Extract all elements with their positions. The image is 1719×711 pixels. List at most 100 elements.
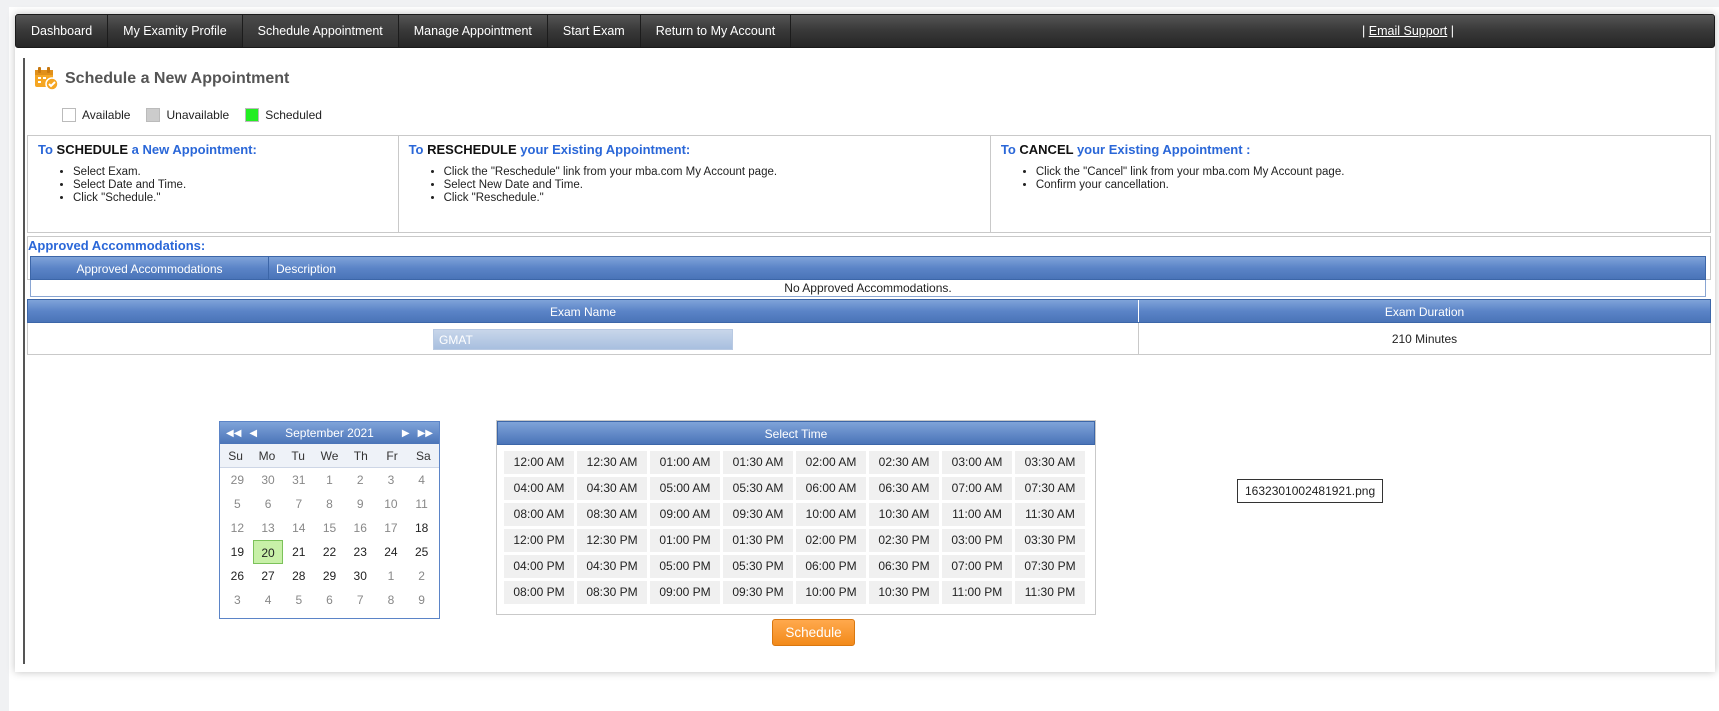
time-slot[interactable]: 09:30 AM bbox=[723, 503, 793, 526]
nav-item-return-to-my-account[interactable]: Return to My Account bbox=[641, 15, 792, 47]
instruction-heading: To CANCEL your Existing Appointment : bbox=[1001, 142, 1700, 157]
instruction-column: To SCHEDULE a New Appointment: Select Exa… bbox=[28, 136, 399, 232]
time-slot[interactable]: 04:00 AM bbox=[504, 477, 574, 500]
time-slot[interactable]: 08:30 AM bbox=[577, 503, 647, 526]
calendar-day: 4 bbox=[418, 473, 425, 487]
time-slot[interactable]: 08:30 PM bbox=[577, 581, 647, 604]
time-slot[interactable]: 01:30 AM bbox=[723, 451, 793, 474]
time-slot[interactable]: 10:00 AM bbox=[796, 503, 866, 526]
calendar-day[interactable]: 20 bbox=[252, 540, 284, 564]
next-year-icon[interactable]: ▶▶ bbox=[418, 428, 433, 439]
accommodations-col-name: Approved Accommodations bbox=[31, 257, 269, 279]
nav-item-dashboard[interactable]: Dashboard bbox=[16, 15, 109, 47]
time-slot[interactable]: 02:30 PM bbox=[869, 529, 939, 552]
time-slot[interactable]: 02:00 AM bbox=[796, 451, 866, 474]
heading-key: RESCHEDULE bbox=[427, 142, 517, 157]
time-slot[interactable]: 07:30 AM bbox=[1015, 477, 1085, 500]
time-slot[interactable]: 05:30 PM bbox=[723, 555, 793, 578]
time-slot[interactable]: 05:00 PM bbox=[650, 555, 720, 578]
time-slot[interactable]: 12:00 PM bbox=[504, 529, 574, 552]
schedule-button[interactable]: Schedule bbox=[772, 619, 855, 646]
time-slot[interactable]: 07:30 PM bbox=[1015, 555, 1085, 578]
time-slot[interactable]: 01:00 AM bbox=[650, 451, 720, 474]
exam-table-row: GMAT 210 Minutes bbox=[27, 323, 1711, 355]
time-slot[interactable]: 03:00 AM bbox=[942, 451, 1012, 474]
time-slot[interactable]: 12:30 AM bbox=[577, 451, 647, 474]
calendar-day[interactable]: 26 bbox=[222, 564, 253, 588]
time-slot[interactable]: 01:30 PM bbox=[723, 529, 793, 552]
calendar-day[interactable]: 23 bbox=[345, 540, 376, 564]
time-slot[interactable]: 06:30 PM bbox=[869, 555, 939, 578]
time-slot[interactable]: 12:00 AM bbox=[504, 451, 574, 474]
time-slot[interactable]: 06:30 AM bbox=[869, 477, 939, 500]
time-slot[interactable]: 11:00 AM bbox=[942, 503, 1012, 526]
time-slot[interactable]: 09:30 PM bbox=[723, 581, 793, 604]
date-picker-calendar: ◀◀ ◀ September 2021 ▶ ▶▶ Su Mo Tu We Th Fr Sa … bbox=[219, 421, 440, 619]
accommodations-empty-row: No Approved Accommodations. bbox=[30, 280, 1706, 297]
prev-year-icon[interactable]: ◀◀ bbox=[226, 428, 241, 439]
instruction-steps: Click the "Reschedule" link from your mb… bbox=[409, 166, 980, 205]
time-slot[interactable]: 09:00 PM bbox=[650, 581, 720, 604]
time-slot[interactable]: 11:30 PM bbox=[1015, 581, 1085, 604]
email-support-link[interactable]: Email Support bbox=[1369, 24, 1448, 38]
calendar-day: 16 bbox=[353, 521, 367, 535]
calendar-day[interactable]: 27 bbox=[253, 564, 284, 588]
calendar-day: 13 bbox=[261, 521, 275, 535]
calendar-day[interactable]: 29 bbox=[314, 564, 345, 588]
time-slot[interactable]: 06:00 PM bbox=[796, 555, 866, 578]
time-slot[interactable]: 06:00 AM bbox=[796, 477, 866, 500]
legend-label: Available bbox=[82, 108, 131, 122]
accommodations-panel: Approved Accommodations: Approved Accomm… bbox=[27, 236, 1711, 297]
time-slot[interactable]: 01:00 PM bbox=[650, 529, 720, 552]
time-picker: Select Time 12:00 AM 12:30 AM 01:00 AM 01:3… bbox=[496, 420, 1096, 615]
calendar-day[interactable]: 28 bbox=[283, 564, 314, 588]
exam-select[interactable]: GMAT bbox=[433, 329, 733, 350]
time-slot[interactable]: 02:30 AM bbox=[869, 451, 939, 474]
time-slot[interactable]: 09:00 AM bbox=[650, 503, 720, 526]
time-slot[interactable]: 10:30 PM bbox=[869, 581, 939, 604]
heading-pre: To bbox=[408, 142, 428, 157]
time-slot[interactable]: 05:30 AM bbox=[723, 477, 793, 500]
calendar-day[interactable]: 21 bbox=[283, 540, 314, 564]
time-slot[interactable]: 04:00 PM bbox=[504, 555, 574, 578]
time-slot[interactable]: 03:00 PM bbox=[942, 529, 1012, 552]
nav-item-schedule-appointment[interactable]: Schedule Appointment bbox=[242, 15, 399, 47]
weekday-label: We bbox=[320, 449, 339, 463]
calendar-day[interactable]: 19 bbox=[222, 540, 253, 564]
time-slot[interactable]: 03:30 PM bbox=[1015, 529, 1085, 552]
time-slot[interactable]: 05:00 AM bbox=[650, 477, 720, 500]
nav-item-my-examity-profile[interactable]: My Examity Profile bbox=[108, 15, 243, 47]
accommodations-title: Approved Accommodations: bbox=[28, 238, 206, 253]
time-slot[interactable]: 08:00 AM bbox=[504, 503, 574, 526]
time-slot[interactable]: 07:00 AM bbox=[942, 477, 1012, 500]
nav-support: | Email Support | bbox=[1362, 15, 1454, 47]
calendar-day: 8 bbox=[326, 497, 333, 511]
time-slot[interactable]: 10:00 PM bbox=[796, 581, 866, 604]
calendar-day[interactable]: 18 bbox=[406, 516, 437, 540]
time-slot[interactable]: 02:00 PM bbox=[796, 529, 866, 552]
nav-item-manage-appointment[interactable]: Manage Appointment bbox=[399, 15, 548, 47]
time-slot[interactable]: 08:00 PM bbox=[504, 581, 574, 604]
filename-label: 1632301002481921.png bbox=[1237, 479, 1384, 503]
time-slot[interactable]: 12:30 PM bbox=[577, 529, 647, 552]
time-slot[interactable]: 07:00 PM bbox=[942, 555, 1012, 578]
time-slot[interactable]: 11:30 AM bbox=[1015, 503, 1085, 526]
heading-pre: To bbox=[1000, 142, 1020, 157]
calendar-day[interactable]: 25 bbox=[406, 540, 437, 564]
exam-duration-col: Exam Duration bbox=[1384, 305, 1465, 319]
prev-month-icon[interactable]: ◀ bbox=[249, 428, 257, 439]
time-slot[interactable]: 04:30 PM bbox=[577, 555, 647, 578]
time-slot[interactable]: 11:00 PM bbox=[942, 581, 1012, 604]
exam-name-col: Exam Name bbox=[28, 300, 1139, 322]
calendar-day[interactable]: 22 bbox=[314, 540, 345, 564]
weekday-label: Sa bbox=[416, 449, 431, 463]
calendar-day: 30 bbox=[261, 473, 275, 487]
calendar-day[interactable]: 24 bbox=[376, 540, 407, 564]
time-slot[interactable]: 03:30 AM bbox=[1015, 451, 1085, 474]
time-slot[interactable]: 10:30 AM bbox=[869, 503, 939, 526]
time-slot[interactable]: 04:30 AM bbox=[577, 477, 647, 500]
next-month-icon[interactable]: ▶ bbox=[402, 428, 410, 439]
instruction-column: To CANCEL your Existing Appointment : Cli… bbox=[991, 136, 1710, 232]
calendar-day[interactable]: 30 bbox=[345, 564, 376, 588]
nav-item-start-exam[interactable]: Start Exam bbox=[548, 15, 641, 47]
